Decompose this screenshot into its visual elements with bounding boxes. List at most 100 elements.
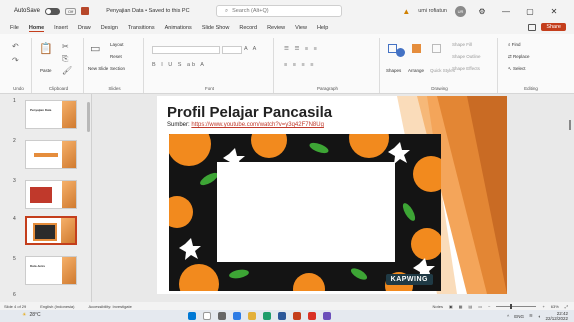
save-icon[interactable] — [81, 7, 90, 15]
new-slide-label[interactable]: New Slide — [88, 66, 108, 71]
scrollbar-thumb[interactable] — [569, 120, 571, 130]
file-explorer-icon[interactable] — [248, 312, 256, 320]
kapwing-watermark: KAPWING — [385, 274, 433, 285]
shape-fill-button[interactable]: Shape Fill — [452, 42, 472, 47]
font-name-dropdown[interactable] — [152, 46, 220, 54]
zoom-in-icon[interactable]: + — [542, 304, 544, 309]
arrange-label[interactable]: Arrange — [408, 68, 424, 73]
section-button[interactable]: Section — [110, 66, 125, 71]
find-button[interactable]: ⌕ Find — [508, 42, 521, 47]
tab-file[interactable]: File — [10, 25, 19, 31]
tab-animations[interactable]: Animations — [165, 25, 192, 31]
replace-button[interactable]: ⇄ Replace — [508, 54, 530, 60]
chrome-icon[interactable] — [308, 312, 316, 320]
slide-thumbnail-1[interactable]: Penyajian Data — [25, 100, 77, 129]
slide-thumbnail-4[interactable] — [25, 216, 77, 245]
share-button[interactable]: Share — [541, 23, 566, 31]
quick-styles-icon[interactable] — [432, 44, 441, 53]
fit-to-window-icon[interactable]: ⤢ — [565, 304, 568, 309]
align-buttons[interactable]: ≡ ≡ ≡ ≡ — [284, 62, 315, 68]
normal-view-icon[interactable]: ▣ — [449, 304, 453, 309]
paste-button[interactable]: 📋 — [39, 42, 53, 55]
select-button[interactable]: ↖ Select — [508, 66, 526, 72]
settings-icon[interactable]: ⚙ — [474, 7, 490, 16]
search-box[interactable]: ⌕ Search (Alt+Q) — [216, 5, 342, 17]
language-indicator[interactable]: English (Indonesia) — [40, 304, 74, 309]
volume-icon[interactable]: ◖ — [538, 314, 541, 319]
edge-icon[interactable] — [263, 312, 271, 320]
shape-effects-button[interactable]: Shape Effects — [452, 66, 480, 71]
zoom-out-icon[interactable]: − — [488, 304, 490, 309]
font-size-dropdown[interactable] — [222, 46, 242, 54]
slide-thumbnail-2[interactable] — [25, 140, 77, 169]
weather-widget[interactable]: ☀ 28°C — [22, 312, 41, 318]
current-slide[interactable]: Profil Pelajar Pancasila Sumber: https:/… — [157, 96, 507, 294]
thumbnail-scrollbar[interactable] — [87, 102, 90, 132]
tab-review[interactable]: Review — [267, 25, 285, 31]
slideshow-icon[interactable]: ▭ — [478, 304, 482, 309]
editor-scrollbar[interactable] — [568, 98, 572, 288]
app-icon[interactable] — [323, 312, 331, 320]
language-tray[interactable]: ENG — [514, 314, 524, 319]
shape-outline-button[interactable]: Shape Outline — [452, 54, 481, 59]
close-button[interactable]: ✕ — [546, 7, 562, 16]
powerpoint-icon[interactable] — [293, 312, 301, 320]
autosave-toggle[interactable] — [45, 7, 61, 15]
user-name[interactable]: umi rofiatun — [418, 8, 447, 14]
tab-view[interactable]: View — [295, 25, 307, 31]
list-buttons[interactable]: ☰ ☰ ≡ ≡ — [284, 46, 319, 52]
slide-source[interactable]: Sumber: https://www.youtube.com/watch?v=… — [167, 122, 324, 128]
undo-icon[interactable]: ↶ — [12, 42, 19, 51]
reading-view-icon[interactable]: ▤ — [469, 304, 473, 309]
comment-icon[interactable] — [528, 23, 537, 31]
accessibility-status[interactable]: Accessibility: Investigate — [89, 304, 132, 309]
arrange-icon[interactable] — [412, 44, 421, 53]
new-slide-icon[interactable]: ▭ — [90, 42, 100, 55]
slide-sorter-icon[interactable]: ▦ — [459, 304, 463, 309]
warning-icon[interactable]: ▲ — [402, 7, 410, 16]
tab-help[interactable]: Help — [317, 25, 328, 31]
autosave-state: Off — [65, 7, 77, 15]
slide-thumbnail-5[interactable]: Data Jenis — [25, 256, 77, 285]
clock[interactable]: 22:42 22/12/2022 — [545, 311, 568, 321]
zoom-slider[interactable] — [496, 303, 537, 309]
avatar[interactable]: UR — [455, 5, 466, 17]
replace-icon: ⇄ — [508, 54, 512, 59]
font-format-buttons[interactable]: B I U S ab A — [152, 62, 206, 68]
maximize-button[interactable]: ▢ — [522, 7, 538, 16]
embedded-video[interactable]: KAPWING — [169, 134, 441, 291]
chat-icon[interactable] — [233, 312, 241, 320]
source-link[interactable]: https://www.youtube.com/watch?v=y3q42F7N… — [191, 122, 324, 128]
word-icon[interactable] — [278, 312, 286, 320]
format-painter-icon[interactable]: 🖌 — [62, 66, 72, 75]
thumb-bar — [34, 153, 58, 157]
document-title[interactable]: Penyajian Data • Saved to this PC — [106, 8, 189, 14]
slide-thumbnail-3[interactable] — [25, 180, 77, 209]
wifi-icon[interactable]: ≋ — [529, 313, 533, 319]
chevron-up-icon[interactable]: ^ — [507, 314, 509, 319]
tab-insert[interactable]: Insert — [54, 25, 68, 31]
cut-icon[interactable]: ✂ — [62, 42, 69, 51]
thumb-number: 6 — [13, 292, 16, 298]
thumb-orange-band — [61, 218, 75, 243]
copy-icon[interactable]: ⎘ — [62, 54, 68, 64]
search-icon: ⌕ — [225, 7, 229, 14]
tab-draw[interactable]: Draw — [78, 25, 91, 31]
start-icon[interactable] — [188, 312, 196, 320]
tab-slide-show[interactable]: Slide Show — [202, 25, 230, 31]
shapes-label[interactable]: Shapes — [386, 68, 401, 73]
font-size-grow-shrink[interactable]: A A — [244, 46, 258, 52]
task-view-icon[interactable] — [218, 312, 226, 320]
search-icon[interactable] — [203, 312, 211, 320]
reset-button[interactable]: Reset — [110, 54, 122, 59]
tab-record[interactable]: Record — [239, 25, 257, 31]
layout-button[interactable]: Layout — [110, 42, 124, 47]
notes-button[interactable]: Notes — [433, 304, 443, 309]
tab-transitions[interactable]: Transitions — [128, 25, 155, 31]
tab-home[interactable]: Home — [28, 25, 45, 32]
slide-title[interactable]: Profil Pelajar Pancasila — [167, 104, 332, 121]
minimize-button[interactable]: — — [498, 7, 514, 16]
tab-design[interactable]: Design — [101, 25, 118, 31]
redo-icon[interactable]: ↷ — [12, 56, 19, 65]
zoom-level[interactable]: 63% — [551, 304, 559, 309]
